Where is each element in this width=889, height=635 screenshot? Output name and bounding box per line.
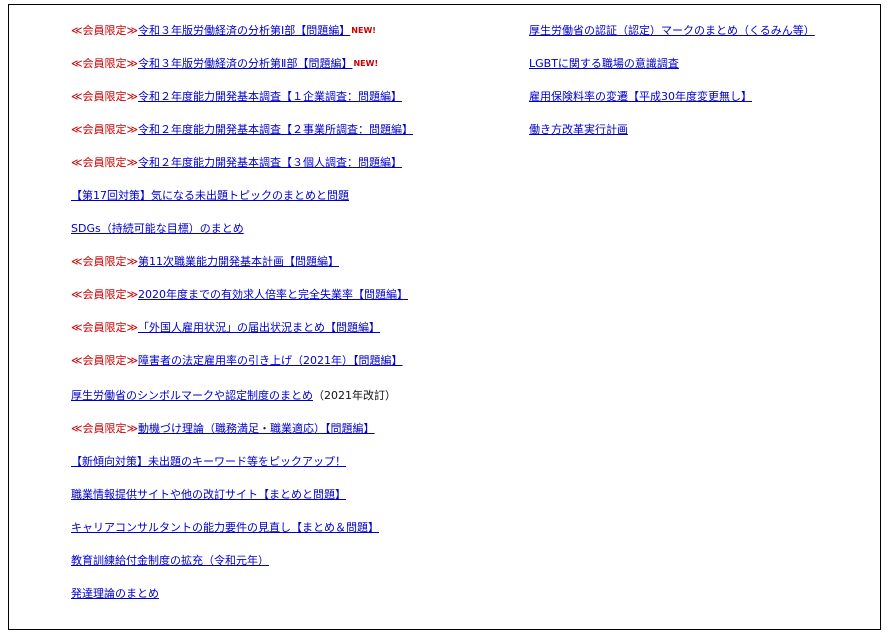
article-link[interactable]: 雇用保険料率の変遷【平成30年度変更無し】 [529,90,752,103]
left-list-item: ≪会員限定≫令和２年度能力開発基本調査【３個人調査：問題編】 [71,156,511,189]
left-list-item: ≪会員限定≫令和２年度能力開発基本調査【２事業所調査：問題編】 [71,123,511,156]
member-only-tag: ≪会員限定≫ [71,255,139,268]
left-list-item: ≪会員限定≫令和２年度能力開発基本調査【１企業調査：問題編】 [71,90,511,123]
article-link[interactable]: 【第17回対策】気になる未出題トピックのまとめと問題 [71,189,349,202]
left-list-item: 厚生労働省のシンボルマークや認定制度のまとめ（2021年改訂） [71,389,511,422]
link-suffix: （2021年改訂） [313,389,396,402]
member-only-tag: ≪会員限定≫ [71,354,139,367]
article-link[interactable]: キャリアコンサルタントの能力要件の見直し【まとめ＆問題】 [71,521,379,534]
article-link[interactable]: 令和２年度能力開発基本調査【２事業所調査：問題編】 [138,123,413,136]
left-list-item: 職業情報提供サイトや他の改訂サイト【まとめと問題】 [71,488,511,521]
left-list-item: 【新傾向対策】未出題のキーワード等をピックアップ！ [71,455,511,488]
article-link[interactable]: 働き方改革実行計画 [529,123,628,136]
left-list-item: ≪会員限定≫第11次職業能力開発基本計画【問題編】 [71,255,511,288]
new-badge: NEW! [351,26,376,35]
member-only-tag: ≪会員限定≫ [71,90,139,103]
left-list-item: キャリアコンサルタントの能力要件の見直し【まとめ＆問題】 [71,521,511,554]
left-list-item: SDGs（持続可能な目標）のまとめ [71,222,511,255]
article-link[interactable]: 教育訓練給付金制度の拡充（令和元年） [71,554,269,567]
member-only-tag: ≪会員限定≫ [71,24,139,37]
article-link[interactable]: SDGs（持続可能な目標）のまとめ [71,222,244,235]
left-list-item: 教育訓練給付金制度の拡充（令和元年） [71,554,511,587]
article-link[interactable]: 動機づけ理論（職務満足・職業適応）【問題編】 [138,422,375,435]
member-only-tag: ≪会員限定≫ [71,288,139,301]
article-link[interactable]: 「外国人雇用状況」の届出状況まとめ【問題編】 [138,321,380,334]
member-only-tag: ≪会員限定≫ [71,57,139,70]
left-list-item: ≪会員限定≫令和３年版労働経済の分析第Ⅰ部【問題編】NEW! [71,24,511,57]
right-list-item: 厚生労働省の認証（認定）マークのまとめ（くるみん等） [529,24,859,57]
article-link[interactable]: 職業情報提供サイトや他の改訂サイト【まとめと問題】 [71,488,346,501]
left-list-item: 発達理論のまとめ [71,587,511,620]
left-link-column: ≪会員限定≫令和３年版労働経済の分析第Ⅰ部【問題編】NEW! ≪会員限定≫令和３年… [71,24,511,620]
article-link[interactable]: 令和３年版労働経済の分析第Ⅱ部【問題編】 [138,57,352,70]
left-list-item: ≪会員限定≫動機づけ理論（職務満足・職業適応）【問題編】 [71,422,511,455]
article-link[interactable]: 第11次職業能力開発基本計画【問題編】 [138,255,339,268]
member-only-tag: ≪会員限定≫ [71,321,139,334]
article-link[interactable]: 令和２年度能力開発基本調査【３個人調査：問題編】 [138,156,402,169]
left-list-item: ≪会員限定≫2020年度までの有効求人倍率と完全失業率【問題編】 [71,288,511,321]
member-only-tag: ≪会員限定≫ [71,422,139,435]
article-link[interactable]: 厚生労働省のシンボルマークや認定制度のまとめ [71,389,313,402]
new-badge: NEW! [353,59,379,68]
right-list-item: LGBTに関する職場の意識調査 [529,57,859,90]
left-list-item: 【第17回対策】気になる未出題トピックのまとめと問題 [71,189,511,222]
content-frame: ≪会員限定≫令和３年版労働経済の分析第Ⅰ部【問題編】NEW! ≪会員限定≫令和３年… [8,4,881,630]
left-list-item: ≪会員限定≫「外国人雇用状況」の届出状況まとめ【問題編】 [71,321,511,354]
left-list-item: ≪会員限定≫障害者の法定雇用率の引き上げ（2021年）【問題編】 [71,354,511,389]
article-link[interactable]: 発達理論のまとめ [71,587,159,600]
article-link[interactable]: 障害者の法定雇用率の引き上げ（2021年）【問題編】 [138,354,403,367]
right-link-column: 厚生労働省の認証（認定）マークのまとめ（くるみん等） LGBTに関する職場の意識調… [529,24,859,156]
article-link[interactable]: 令和３年版労働経済の分析第Ⅰ部【問題編】 [138,24,350,37]
member-only-tag: ≪会員限定≫ [71,156,139,169]
article-link[interactable]: 【新傾向対策】未出題のキーワード等をピックアップ！ [71,455,346,468]
right-list-item: 雇用保険料率の変遷【平成30年度変更無し】 [529,90,859,123]
article-link[interactable]: 厚生労働省の認証（認定）マークのまとめ（くるみん等） [529,24,815,37]
article-link[interactable]: 2020年度までの有効求人倍率と完全失業率【問題編】 [138,288,408,301]
right-list-item: 働き方改革実行計画 [529,123,859,156]
article-link[interactable]: LGBTに関する職場の意識調査 [529,57,679,70]
left-list-item: ≪会員限定≫令和３年版労働経済の分析第Ⅱ部【問題編】NEW! [71,57,511,90]
article-link[interactable]: 令和２年度能力開発基本調査【１企業調査：問題編】 [138,90,402,103]
member-only-tag: ≪会員限定≫ [71,123,139,136]
